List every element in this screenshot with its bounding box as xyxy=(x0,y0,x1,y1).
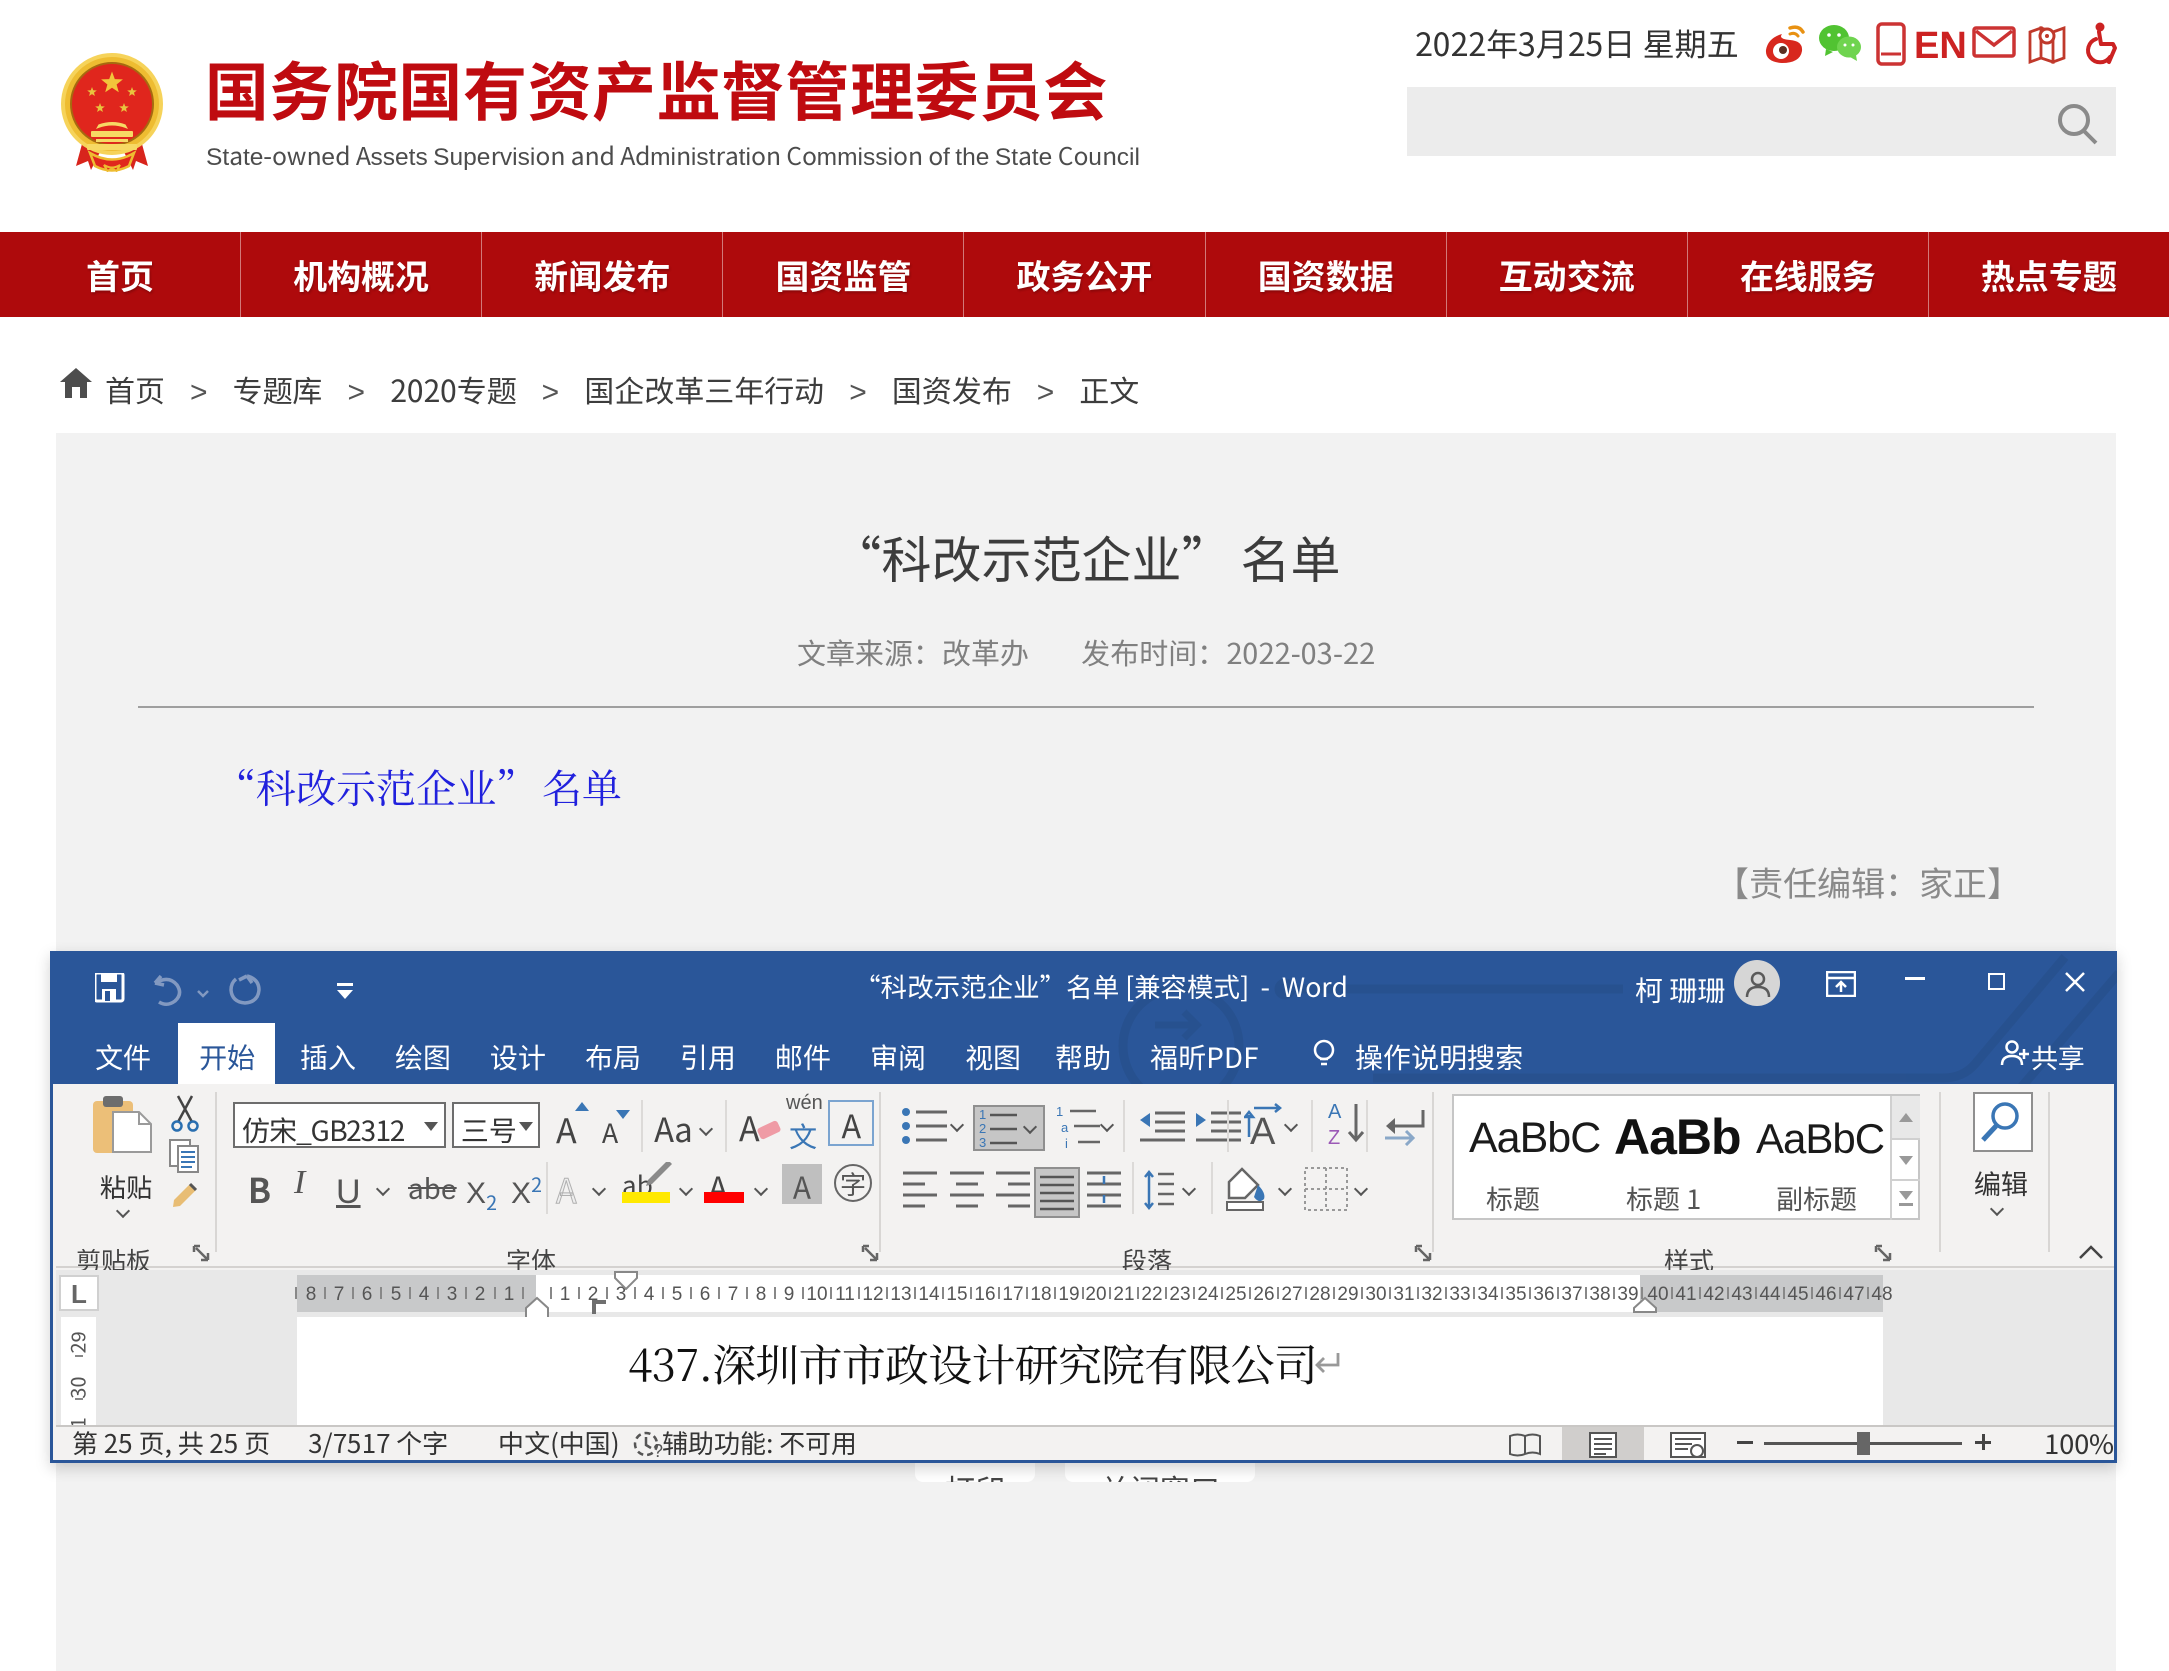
svg-text:45: 45 xyxy=(1787,1284,1808,1305)
svg-text:4: 4 xyxy=(419,1284,430,1305)
svg-text:37: 37 xyxy=(1561,1284,1582,1305)
svg-text:27: 27 xyxy=(1281,1284,1302,1305)
svg-text:1: 1 xyxy=(560,1284,571,1305)
svg-text:28: 28 xyxy=(1309,1284,1330,1305)
svg-text:15: 15 xyxy=(946,1284,967,1305)
svg-text:i: i xyxy=(1065,1136,1068,1150)
svg-text:33: 33 xyxy=(1449,1284,1470,1305)
svg-text:47: 47 xyxy=(1843,1284,1864,1305)
svg-text:1: 1 xyxy=(1056,1106,1063,1119)
svg-text:6: 6 xyxy=(362,1284,373,1305)
svg-text:7: 7 xyxy=(334,1284,345,1305)
svg-text:24: 24 xyxy=(1197,1284,1219,1305)
svg-text:5: 5 xyxy=(672,1284,683,1305)
svg-text:26: 26 xyxy=(1253,1284,1274,1305)
svg-text:16: 16 xyxy=(974,1284,995,1305)
svg-text:EN: EN xyxy=(1914,25,1967,66)
svg-text:38: 38 xyxy=(1589,1284,1610,1305)
svg-text:25: 25 xyxy=(1225,1284,1246,1305)
svg-text:3: 3 xyxy=(447,1284,458,1305)
svg-text:5: 5 xyxy=(391,1284,402,1305)
svg-text:18: 18 xyxy=(1030,1284,1051,1305)
svg-text:A: A xyxy=(1328,1101,1342,1123)
svg-text:19: 19 xyxy=(1058,1284,1079,1305)
svg-text:4: 4 xyxy=(644,1284,655,1305)
svg-text:10: 10 xyxy=(806,1284,827,1305)
svg-text:7: 7 xyxy=(728,1284,739,1305)
svg-text:14: 14 xyxy=(918,1284,940,1305)
svg-text:35: 35 xyxy=(1505,1284,1526,1305)
svg-text:21: 21 xyxy=(1113,1284,1134,1305)
svg-text:a: a xyxy=(1061,1120,1069,1135)
svg-text:20: 20 xyxy=(1085,1284,1106,1305)
svg-text:22: 22 xyxy=(1141,1284,1162,1305)
svg-text:43: 43 xyxy=(1731,1284,1752,1305)
svg-text:46: 46 xyxy=(1815,1284,1836,1305)
svg-text:Z: Z xyxy=(1328,1127,1340,1149)
svg-text:12: 12 xyxy=(862,1284,883,1305)
svg-text:1: 1 xyxy=(979,1107,986,1122)
svg-text:9: 9 xyxy=(784,1284,795,1305)
svg-text:44: 44 xyxy=(1759,1284,1781,1305)
svg-text:41: 41 xyxy=(1675,1284,1696,1305)
svg-text:2: 2 xyxy=(979,1121,986,1136)
svg-text:13: 13 xyxy=(890,1284,911,1305)
svg-text:34: 34 xyxy=(1477,1284,1499,1305)
svg-text:2: 2 xyxy=(475,1284,486,1305)
svg-text:1: 1 xyxy=(504,1284,515,1305)
svg-text:8: 8 xyxy=(306,1284,317,1305)
svg-text:31: 31 xyxy=(1393,1284,1414,1305)
svg-text:17: 17 xyxy=(1002,1284,1023,1305)
svg-text:3: 3 xyxy=(979,1135,986,1149)
svg-text:32: 32 xyxy=(1421,1284,1442,1305)
svg-text:42: 42 xyxy=(1703,1284,1724,1305)
svg-text:48: 48 xyxy=(1871,1284,1892,1305)
svg-text:29: 29 xyxy=(1337,1284,1358,1305)
svg-text:8: 8 xyxy=(756,1284,767,1305)
svg-text:6: 6 xyxy=(700,1284,711,1305)
svg-text:11: 11 xyxy=(835,1284,855,1305)
svg-text:30: 30 xyxy=(1365,1284,1386,1305)
svg-text:23: 23 xyxy=(1169,1284,1190,1305)
svg-text:36: 36 xyxy=(1533,1284,1554,1305)
